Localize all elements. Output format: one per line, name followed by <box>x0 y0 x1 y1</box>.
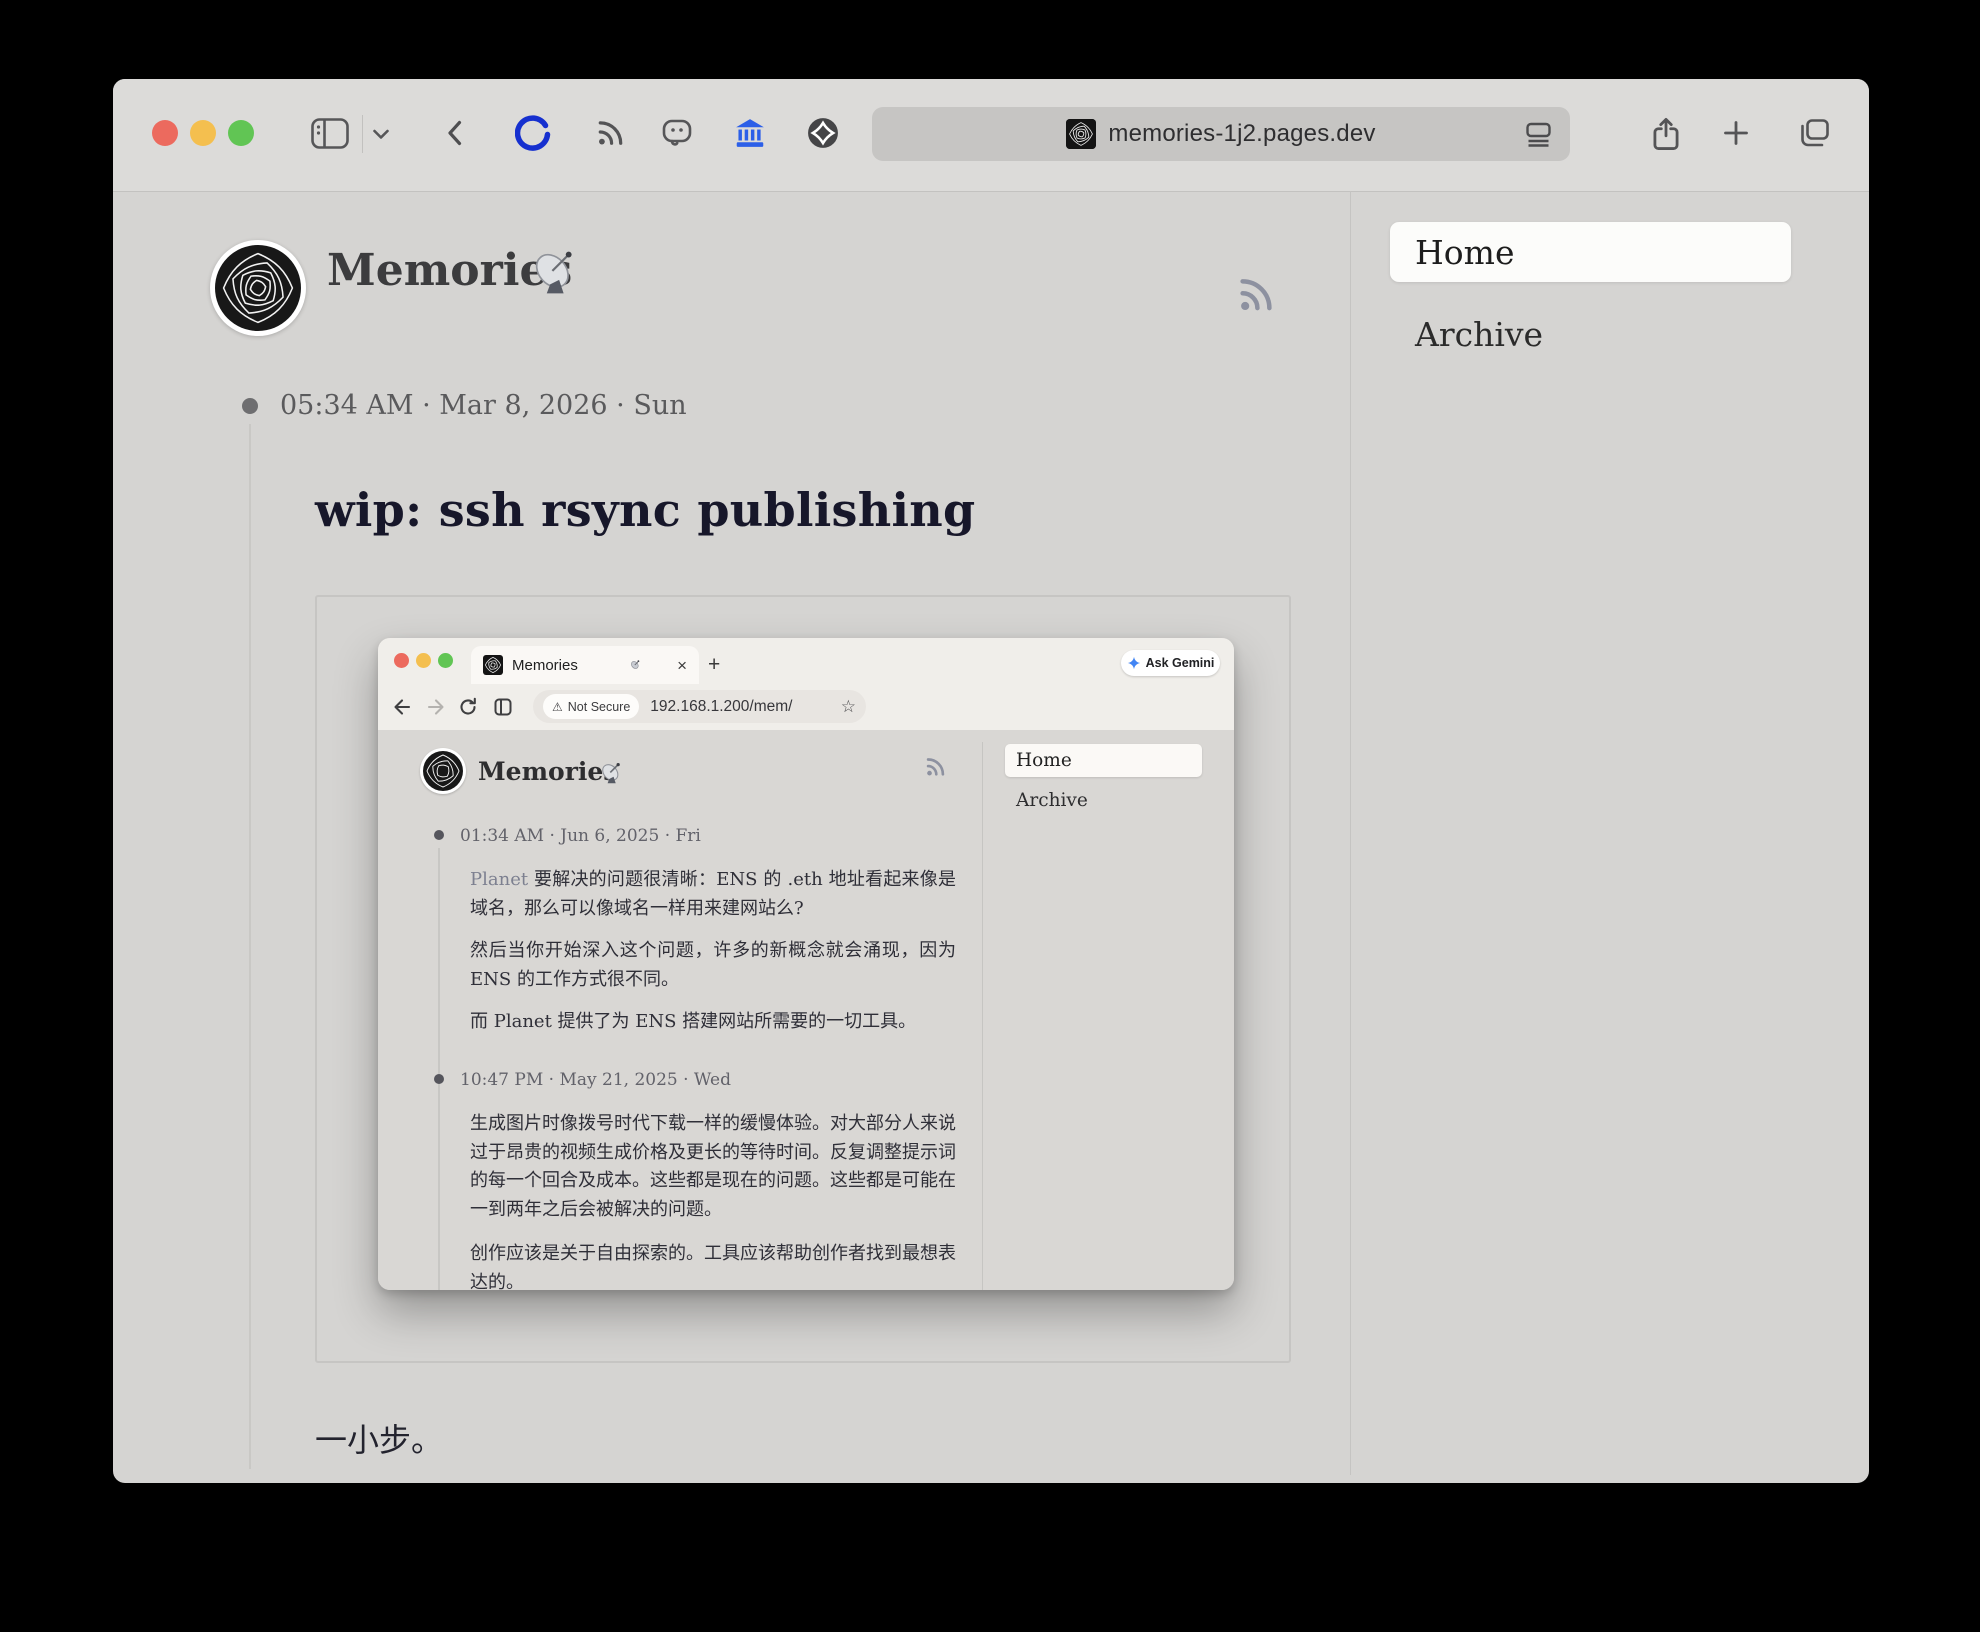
embedded-post-bullet <box>434 830 444 840</box>
chrome-titlebar: Memories × + Ask Gemini <box>378 638 1234 684</box>
embedded-satellite-icon <box>602 762 620 784</box>
elephant-speech-icon[interactable] <box>662 119 692 147</box>
chevron-down-icon[interactable] <box>372 129 390 140</box>
embedded-sidebar-divider <box>982 742 983 1290</box>
satellite-icon <box>535 251 572 294</box>
embedded-page: Memories Home Archive 01:34 AM · Jun 6, … <box>378 730 1234 1290</box>
paragraph: 创作应该是关于自由探索的。工具应该帮助创作者找到最想表达的。 <box>470 1243 956 1290</box>
sidebar-home-label: Home <box>1415 232 1515 272</box>
address-bar[interactable]: memories-1j2.pages.dev <box>872 107 1570 161</box>
embedded-post-body: Planet 要解决的问题很清晰：ENS 的 .eth 地址看起来像是域名，那么… <box>470 866 956 1051</box>
chrome-split-view-icon <box>494 698 512 716</box>
paragraph: Planet 要解决的问题很清晰：ENS 的 .eth 地址看起来像是域名，那么… <box>470 869 956 919</box>
tab-title: Memories <box>512 656 578 674</box>
embedded-timeline-line <box>438 848 440 1290</box>
embedded-nav-archive: Archive <box>1016 790 1088 811</box>
chrome-zoom-button <box>438 653 453 668</box>
embedded-nav-home: Home <box>1005 744 1202 777</box>
gemini-star-icon <box>1127 656 1140 670</box>
ask-gemini-button: Ask Gemini <box>1121 650 1220 676</box>
post-image-frame[interactable]: Memories × + Ask Gemini ⚠ Not Secure 192… <box>315 595 1291 1363</box>
loading-arc-extension-icon[interactable] <box>515 115 551 151</box>
tab-satellite-icon <box>631 660 640 669</box>
chrome-new-tab-icon: + <box>708 653 721 676</box>
share-icon[interactable] <box>1652 117 1680 151</box>
rss-toolbar-icon[interactable] <box>596 118 625 147</box>
chrome-address-bar: ⚠ Not Secure 192.168.1.200/mem/ ☆ <box>533 690 866 723</box>
zoom-window-button[interactable] <box>228 120 254 146</box>
toolbar-divider <box>362 115 363 153</box>
not-secure-label: Not Secure <box>567 699 631 714</box>
ask-gemini-label: Ask Gemini <box>1145 656 1215 670</box>
tab-close-icon: × <box>677 655 687 675</box>
rss-feed-icon[interactable] <box>1237 275 1275 313</box>
chrome-url-text: 192.168.1.200/mem/ <box>650 697 793 715</box>
back-icon[interactable] <box>447 120 462 146</box>
sidebar-divider <box>1350 191 1351 1475</box>
safari-window: memories-1j2.pages.dev Home Archive Memo… <box>113 79 1869 1483</box>
paragraph: 而 Planet 提供了为 ENS 搭建网站所需要的一切工具。 <box>470 1011 917 1032</box>
sidebar-item-home[interactable]: Home <box>1390 222 1791 282</box>
close-window-button[interactable] <box>152 120 178 146</box>
not-secure-chip: ⚠ Not Secure <box>543 694 640 719</box>
embedded-post-body: 生成图片时像拨号时代下载一样的缓慢体验。对大部分人来说过于昂贵的视频生成价格及更… <box>470 1110 956 1290</box>
bookmark-star-icon: ☆ <box>840 697 856 716</box>
url-text: memories-1j2.pages.dev <box>1108 120 1376 147</box>
page-format-icon[interactable] <box>1525 122 1552 147</box>
minimize-window-button[interactable] <box>190 120 216 146</box>
sidebar-archive-label: Archive <box>1415 315 1544 354</box>
timeline-bullet <box>242 398 258 414</box>
chrome-forward-icon <box>427 699 444 715</box>
embedded-page-title: Memories <box>478 757 618 786</box>
sidebar-item-archive[interactable]: Archive <box>1415 315 1543 354</box>
planet-link: Planet <box>470 869 529 890</box>
embedded-post-timestamp: 01:34 AM · Jun 6, 2025 · Fri <box>460 826 701 846</box>
bank-internet-archive-icon[interactable] <box>735 118 765 148</box>
sidebar-toggle-icon[interactable] <box>311 118 349 149</box>
chrome-active-tab: Memories × <box>471 646 699 684</box>
paragraph: 然后当你开始深入这个问题，许多的新概念就会涌现，因为 ENS 的工作方式很不同。 <box>470 940 956 990</box>
camera-lens-extension-icon[interactable] <box>807 117 839 149</box>
safari-toolbar: memories-1j2.pages.dev <box>113 79 1869 192</box>
chrome-toolbar: ⚠ Not Secure 192.168.1.200/mem/ ☆ {} <box>378 684 1234 764</box>
post-timestamp[interactable]: 05:34 AM · Mar 8, 2026 · Sun <box>280 390 687 421</box>
tab-favicon <box>483 655 503 675</box>
new-tab-plus-icon[interactable] <box>1723 120 1749 146</box>
paragraph: 生成图片时像拨号时代下载一样的缓慢体验。对大部分人来说过于昂贵的视频生成价格及更… <box>470 1113 956 1220</box>
chrome-minimize-button <box>416 653 431 668</box>
embedded-post-bullet <box>434 1074 444 1084</box>
chrome-close-button <box>394 653 409 668</box>
embedded-chrome-window: Memories × + Ask Gemini ⚠ Not Secure 192… <box>378 638 1234 1290</box>
embedded-site-logo <box>420 748 466 794</box>
chrome-reload-icon <box>460 697 476 715</box>
chrome-back-icon <box>394 699 411 715</box>
timeline-line <box>249 424 251 1469</box>
embedded-post-timestamp: 10:47 PM · May 21, 2025 · Wed <box>460 1070 731 1090</box>
site-logo[interactable] <box>210 240 306 336</box>
tab-overview-icon[interactable] <box>1797 118 1830 148</box>
embedded-rss-icon <box>926 758 945 776</box>
post-closing-text: 一小步。 <box>315 1421 444 1459</box>
post-title: wip: ssh rsync publishing <box>315 483 976 537</box>
site-favicon <box>1066 119 1097 149</box>
warning-icon: ⚠ <box>552 699 563 714</box>
